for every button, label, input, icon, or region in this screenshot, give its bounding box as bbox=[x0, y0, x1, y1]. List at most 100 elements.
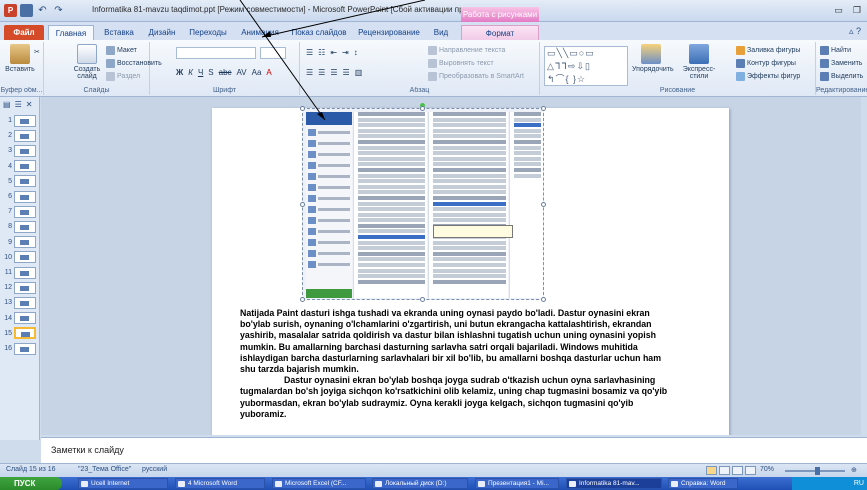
language-indicator[interactable]: русский bbox=[142, 466, 167, 473]
resize-handle-e[interactable] bbox=[541, 202, 546, 207]
slide-thumbnail-8[interactable]: 8 bbox=[2, 220, 36, 233]
slide-thumbnail-11[interactable]: 11 bbox=[2, 266, 36, 279]
close-panel-icon[interactable]: ✕ bbox=[26, 100, 33, 109]
tab-home[interactable]: Главная bbox=[48, 25, 94, 40]
taskbar-task[interactable]: Informatika 81-mav... bbox=[566, 478, 662, 489]
slide-thumbnail-image[interactable] bbox=[14, 281, 36, 294]
slide-thumbnail-12[interactable]: 12 bbox=[2, 281, 36, 294]
align-left-icon[interactable]: ☰ bbox=[306, 68, 313, 77]
cut-icon[interactable]: ✂ bbox=[34, 48, 40, 56]
taskbar-task[interactable]: Ucell Internet bbox=[78, 478, 168, 489]
align-right-icon[interactable]: ☰ bbox=[330, 68, 337, 77]
paste-button[interactable]: Вставить bbox=[3, 44, 37, 73]
slide-thumbnail-1[interactable]: 1 bbox=[2, 114, 36, 127]
font-color-button[interactable]: A bbox=[266, 68, 271, 77]
align-center-icon[interactable]: ☰ bbox=[318, 68, 325, 77]
taskbar-task[interactable]: Локальный диск (D:) bbox=[372, 478, 468, 489]
font-name-field[interactable] bbox=[176, 47, 256, 59]
slide-thumbnail-image[interactable] bbox=[14, 342, 36, 355]
shape-effects-button[interactable]: Эффекты фигур bbox=[736, 72, 800, 81]
maximize-icon[interactable]: ❐ bbox=[853, 5, 861, 16]
shadow-button[interactable]: S bbox=[208, 68, 213, 77]
start-menu-screenshot-image[interactable] bbox=[300, 103, 546, 302]
slide-thumbnail-image[interactable] bbox=[14, 129, 36, 142]
replace-button[interactable]: Заменить bbox=[820, 59, 862, 68]
tab-format[interactable]: Формат bbox=[461, 25, 539, 40]
resize-handle-s[interactable] bbox=[420, 297, 425, 302]
slide-sorter-icon[interactable] bbox=[719, 466, 730, 475]
resize-handle-ne[interactable] bbox=[541, 106, 546, 111]
zoom-slider-knob[interactable] bbox=[815, 467, 820, 475]
zoom-in-icon[interactable]: ⊕ bbox=[851, 466, 857, 474]
bullets-icon[interactable]: ☰ bbox=[306, 48, 313, 57]
find-button[interactable]: Найти bbox=[820, 46, 851, 55]
shapes-gallery[interactable]: ▭╲╲▭○▭ △ᒣᒣ⇨⇩▯ ↰⌒{ }☆ bbox=[544, 46, 628, 86]
underline-button[interactable]: Ч bbox=[198, 68, 203, 77]
slide-thumbnail-image[interactable] bbox=[14, 175, 36, 188]
language-tray[interactable]: RU bbox=[854, 480, 864, 487]
slide-thumbnail-15[interactable]: 15 bbox=[2, 327, 36, 340]
quick-styles-button[interactable]: Экспресс-стили bbox=[674, 44, 724, 80]
slide-thumbnail-3[interactable]: 3 bbox=[2, 144, 36, 157]
layout-button[interactable]: Макет bbox=[106, 46, 137, 55]
decrease-indent-icon[interactable]: ⇤ bbox=[330, 48, 337, 57]
slide-thumbnail-image[interactable] bbox=[14, 190, 36, 203]
tab-slideshow[interactable]: Показ слайдов bbox=[288, 25, 350, 40]
undo-icon[interactable]: ↶ bbox=[36, 4, 49, 17]
minimize-icon[interactable]: ▭ bbox=[834, 5, 843, 16]
slide-thumbnail-image[interactable] bbox=[14, 312, 36, 325]
italic-button[interactable]: К bbox=[188, 68, 193, 77]
slide-thumbnail-image[interactable] bbox=[14, 266, 36, 279]
slide-thumbnail-image[interactable] bbox=[14, 251, 36, 264]
slideshow-view-icon[interactable] bbox=[745, 466, 756, 475]
spacing-button[interactable]: AV bbox=[237, 68, 247, 77]
help-icon[interactable]: ? bbox=[856, 26, 861, 36]
slide-thumbnail-image[interactable] bbox=[14, 160, 36, 173]
normal-view-icon[interactable] bbox=[706, 466, 717, 475]
taskbar-task[interactable]: Презентация1 - Mi... bbox=[475, 478, 559, 489]
slide-thumbnail-image[interactable] bbox=[14, 236, 36, 249]
strikethrough-button[interactable]: abc bbox=[219, 68, 232, 77]
slide-thumbnail-image[interactable] bbox=[14, 327, 36, 340]
tab-view[interactable]: Вид bbox=[426, 25, 456, 40]
tab-transitions[interactable]: Переходы bbox=[184, 25, 232, 40]
resize-handle-n[interactable] bbox=[420, 106, 425, 111]
slide-thumbnail-14[interactable]: 14 bbox=[2, 312, 36, 325]
tab-animation[interactable]: Анимация bbox=[236, 25, 284, 40]
save-icon[interactable] bbox=[20, 4, 33, 17]
slides-tab-icon[interactable]: ▤ bbox=[3, 100, 11, 109]
slide-thumbnail-5[interactable]: 5 bbox=[2, 175, 36, 188]
bold-button[interactable]: Ж bbox=[176, 68, 183, 77]
tab-review[interactable]: Рецензирование bbox=[354, 25, 424, 40]
slide-thumbnail-4[interactable]: 4 bbox=[2, 160, 36, 173]
slide-text-box[interactable]: Natijada Paint dasturi ishga tushadi va … bbox=[240, 308, 674, 420]
slide-thumbnail-10[interactable]: 10 bbox=[2, 251, 36, 264]
theme-name[interactable]: "23_Тема Office" bbox=[78, 466, 131, 473]
new-slide-button[interactable]: Создать слайд bbox=[70, 44, 104, 80]
slide-thumbnail-image[interactable] bbox=[14, 114, 36, 127]
notes-pane[interactable]: Заметки к слайду bbox=[41, 437, 867, 463]
slide-editing-area[interactable]: Natijada Paint dasturi ishga tushadi va … bbox=[41, 97, 861, 435]
columns-icon[interactable]: ▥ bbox=[355, 68, 363, 77]
text-direction-button[interactable]: Направление текста bbox=[428, 46, 505, 55]
redo-icon[interactable]: ↷ bbox=[52, 4, 65, 17]
slide-thumbnail-image[interactable] bbox=[14, 220, 36, 233]
resize-handle-w[interactable] bbox=[300, 202, 305, 207]
align-text-button[interactable]: Выровнять текст bbox=[428, 59, 494, 68]
taskbar-task[interactable]: 4 Microsoft Word bbox=[175, 478, 265, 489]
slide-thumbnail-6[interactable]: 6 bbox=[2, 190, 36, 203]
justify-icon[interactable]: ☰ bbox=[343, 68, 350, 77]
slide-thumbnail-13[interactable]: 13 bbox=[2, 296, 36, 309]
resize-handle-sw[interactable] bbox=[300, 297, 305, 302]
zoom-level[interactable]: 70% bbox=[760, 466, 774, 473]
slide-thumbnail-image[interactable] bbox=[14, 205, 36, 218]
slide-thumbnail-2[interactable]: 2 bbox=[2, 129, 36, 142]
collapse-ribbon-icon[interactable]: ▵ bbox=[849, 26, 854, 36]
taskbar-task[interactable]: Справка: Word bbox=[668, 478, 738, 489]
tab-file[interactable]: Файл bbox=[4, 25, 44, 40]
shape-outline-button[interactable]: Контур фигуры bbox=[736, 59, 796, 68]
start-button[interactable]: ПУСК bbox=[0, 477, 62, 490]
arrange-button[interactable]: Упорядочить bbox=[632, 44, 674, 73]
resize-handle-nw[interactable] bbox=[300, 106, 305, 111]
tab-design[interactable]: Дизайн bbox=[142, 25, 182, 40]
